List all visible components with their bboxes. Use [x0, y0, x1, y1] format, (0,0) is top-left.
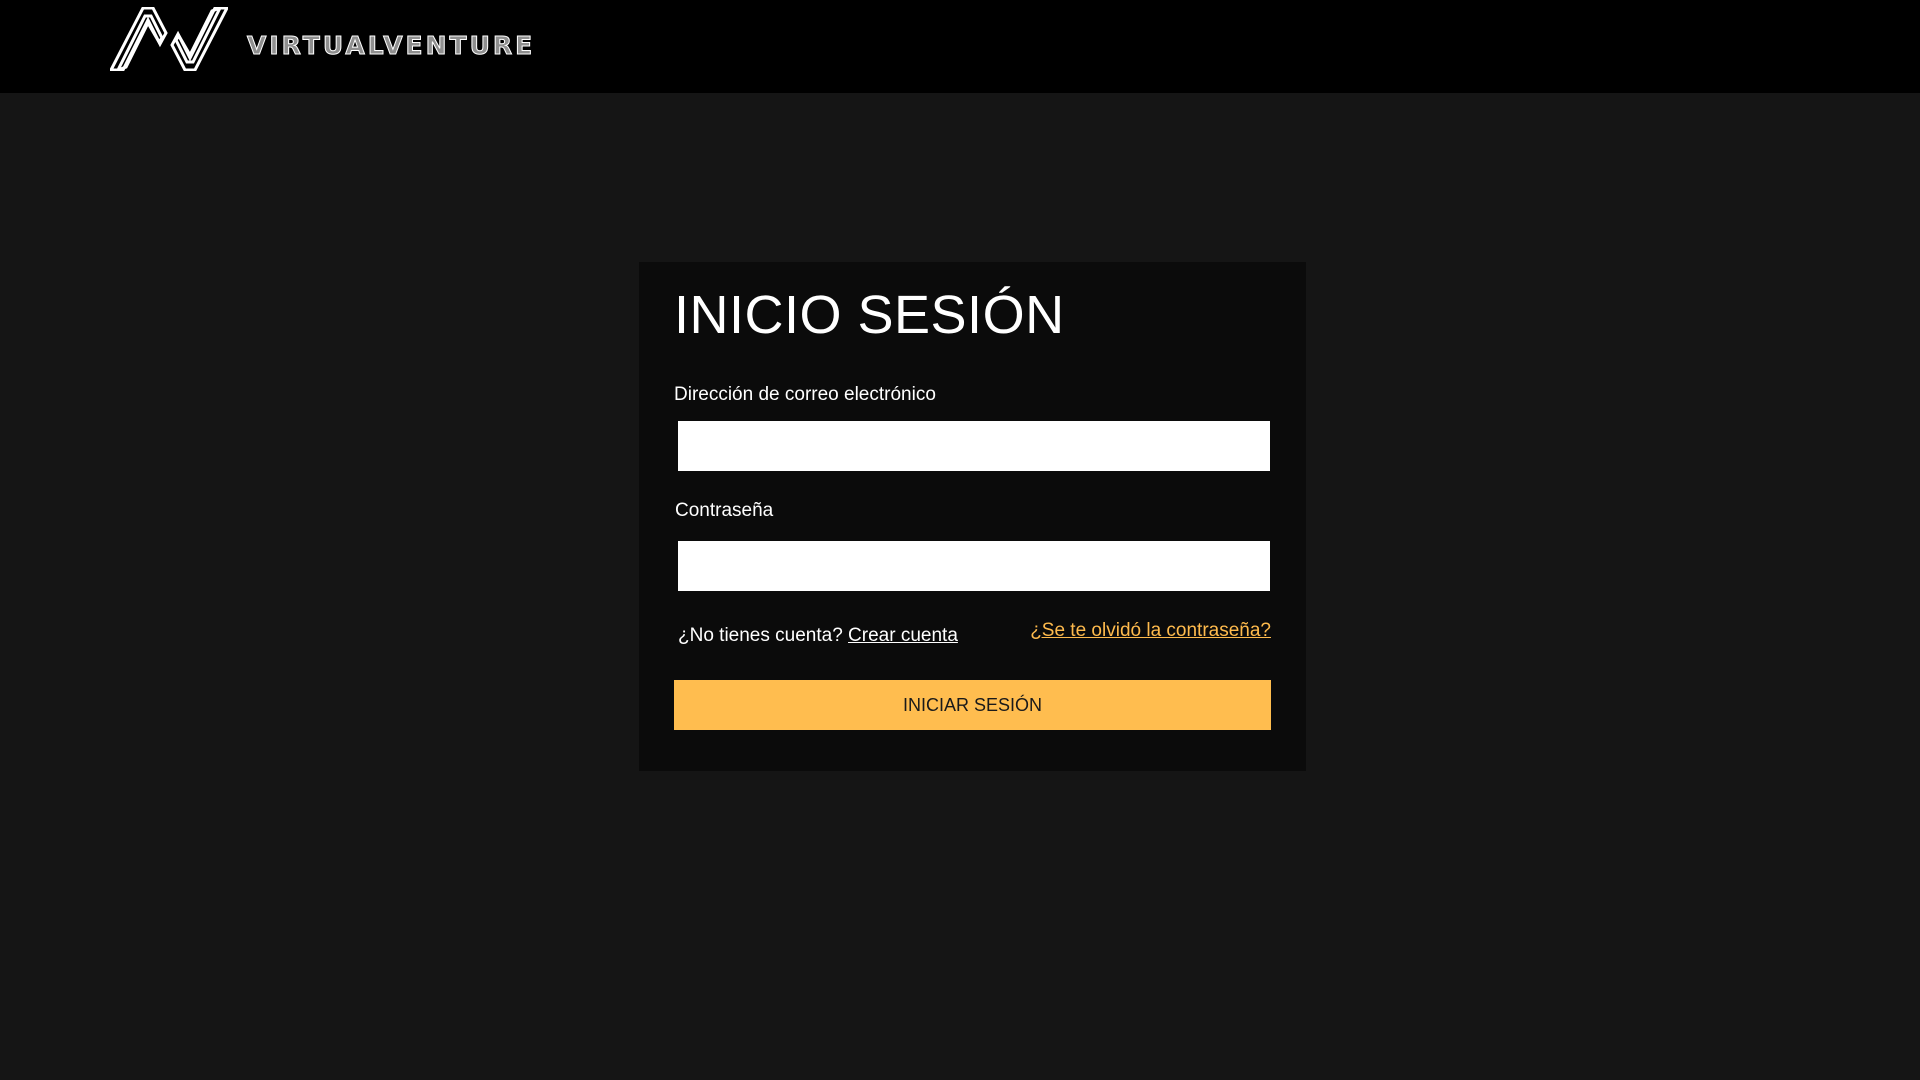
page-title: INICIO SESIÓN [674, 285, 1065, 345]
email-field[interactable] [678, 421, 1270, 471]
forgot-password-link[interactable]: ¿Se te olvidó la contraseña? [1030, 619, 1271, 643]
email-label: Dirección de correo electrónico [674, 384, 936, 405]
no-account-row: ¿No tienes cuenta? Crear cuenta [678, 624, 958, 648]
top-navigation-bar: VIRTUALVENTURE [0, 0, 1920, 93]
no-account-text: ¿No tienes cuenta? [678, 625, 843, 646]
brand-name[interactable]: VIRTUALVENTURE [246, 26, 535, 66]
av-logo-icon[interactable] [110, 7, 228, 71]
login-submit-button[interactable]: INICIAR SESIÓN [674, 680, 1271, 730]
create-account-link[interactable]: Crear cuenta [848, 625, 958, 646]
password-label: Contraseña [675, 500, 774, 521]
password-field[interactable] [678, 541, 1270, 591]
login-card: INICIO SESIÓN Dirección de correo electr… [639, 262, 1306, 771]
